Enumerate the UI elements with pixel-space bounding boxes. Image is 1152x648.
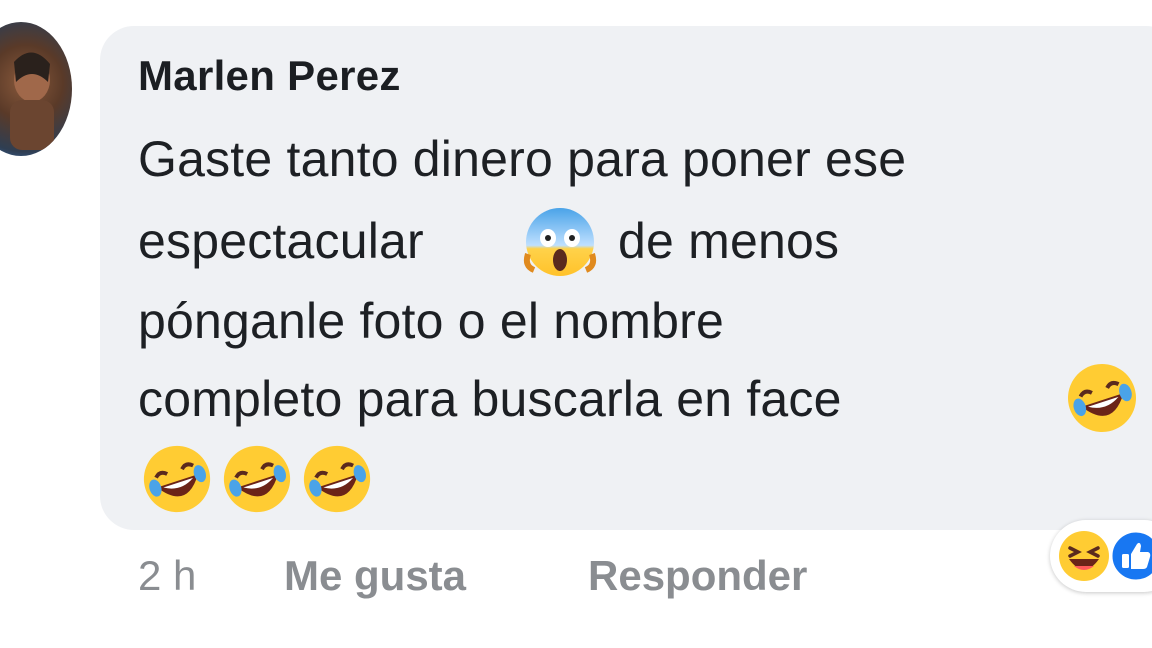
comment-text-line-4: completo para buscarla en face — [138, 371, 842, 427]
comment-timestamp[interactable]: 2 h — [138, 552, 196, 600]
screaming-face-emoji — [523, 208, 597, 276]
reaction-summary[interactable] — [1050, 520, 1152, 592]
reply-action-button[interactable]: Responder — [588, 552, 807, 600]
comment-text-line-1: Gaste tanto dinero para poner ese — [138, 131, 907, 187]
rolling-laughing-emoji — [223, 445, 291, 513]
comment-text-line-2b: de menos — [618, 213, 840, 269]
like-reaction-icon — [1109, 529, 1152, 583]
avatar-image — [10, 52, 54, 150]
avatar[interactable] — [0, 22, 72, 156]
rolling-laughing-emoji — [1068, 364, 1136, 432]
like-action-button[interactable]: Me gusta — [284, 552, 466, 600]
rolling-laughing-emoji — [303, 445, 371, 513]
comment-author[interactable]: Marlen Perez — [138, 52, 401, 100]
comment-text-line-3: pónganle foto o el nombre — [138, 293, 724, 349]
rolling-laughing-emoji — [143, 445, 211, 513]
comment-text-line-2a: espectacular — [138, 213, 424, 269]
haha-reaction-icon — [1059, 531, 1109, 581]
